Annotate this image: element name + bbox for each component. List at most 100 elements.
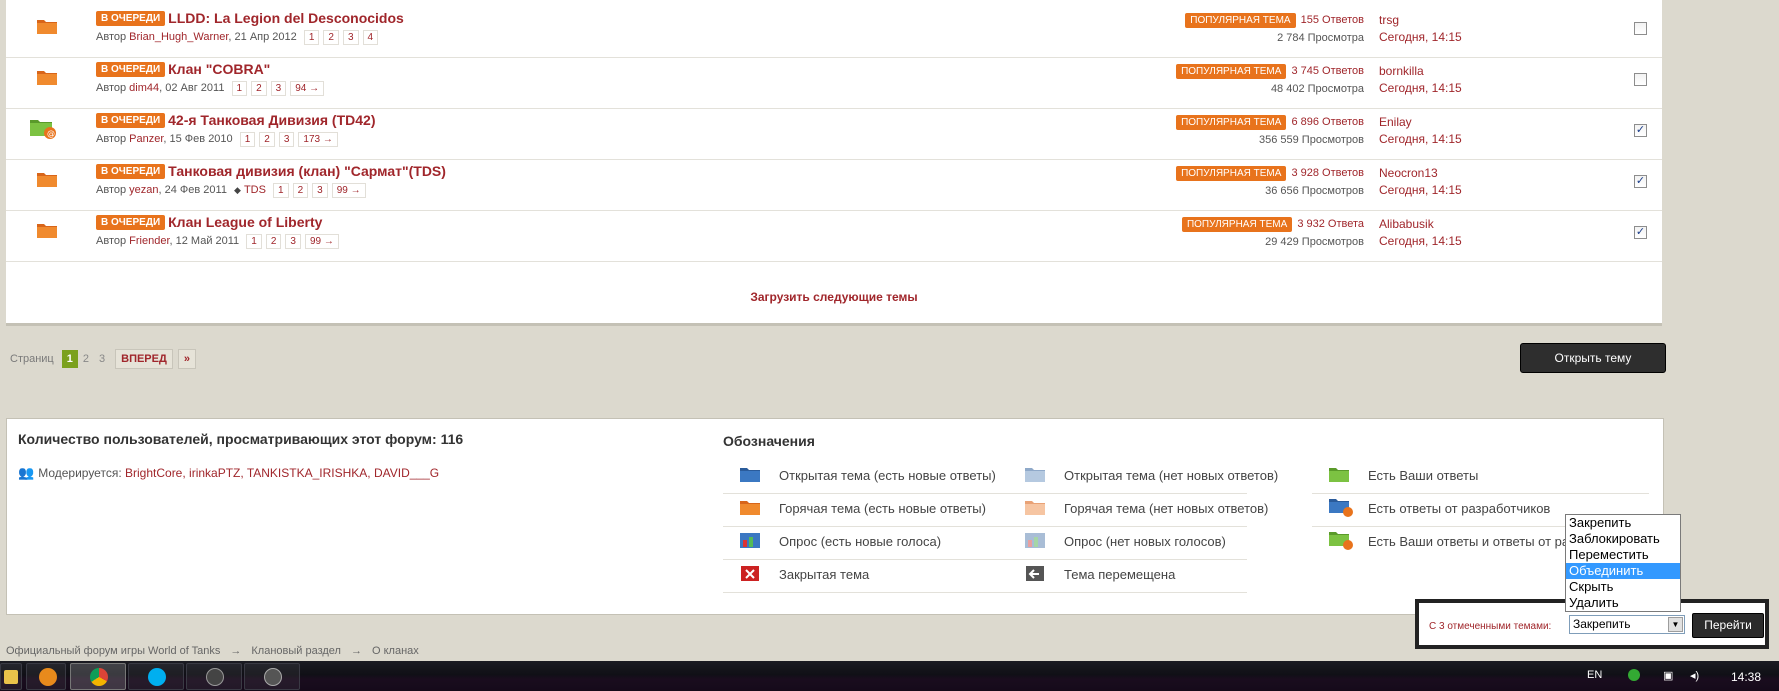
author-link[interactable]: yezan	[129, 184, 158, 196]
page-link[interactable]: 2	[78, 353, 94, 365]
topic-checkbox[interactable]	[1634, 73, 1647, 86]
dropdown-option[interactable]: Переместить	[1566, 547, 1680, 563]
topic-checkbox[interactable]: ✓	[1634, 175, 1647, 188]
folder-orange-icon	[740, 501, 760, 515]
topic-title[interactable]: 42-я Танковая Дивизия (TD42)	[168, 112, 375, 128]
clock[interactable]: 14:38	[1731, 670, 1761, 684]
explorer-button[interactable]	[0, 663, 22, 690]
replies-count[interactable]: 3 928 Ответов	[1291, 167, 1364, 179]
popular-badge: ПОПУЛЯРНАЯ ТЕМА	[1176, 64, 1287, 79]
language-indicator[interactable]: EN	[1587, 669, 1602, 681]
open-topic-button[interactable]: Открыть тему	[1520, 343, 1666, 373]
skype-button[interactable]	[128, 663, 184, 690]
tank-icon	[264, 668, 282, 686]
last-page-button[interactable]: »	[177, 349, 196, 369]
breadcrumb-item[interactable]: Клановый раздел	[251, 645, 341, 657]
page-link[interactable]: 2	[259, 132, 275, 147]
dropdown-option[interactable]: Закрепить	[1566, 515, 1680, 531]
replies-count[interactable]: 6 896 Ответов	[1291, 116, 1364, 128]
page-link[interactable]: 2	[251, 81, 267, 96]
last-poster[interactable]: Enilay	[1379, 115, 1462, 129]
popular-badge: ПОПУЛЯРНАЯ ТЕМА	[1181, 217, 1293, 232]
last-post-time[interactable]: Сегодня, 14:15	[1379, 132, 1462, 146]
tray-status-icon[interactable]	[1628, 669, 1640, 681]
author-link[interactable]: Panzer	[129, 133, 163, 145]
breadcrumb: Официальный форум игры World of Tanks → Кл…	[6, 645, 419, 657]
last-post-time[interactable]: Сегодня, 14:15	[1379, 81, 1462, 95]
app-button[interactable]	[186, 663, 242, 690]
last-post-time[interactable]: Сегодня, 14:15	[1379, 234, 1462, 248]
page-link[interactable]: 1	[273, 183, 289, 198]
breadcrumb-item[interactable]: Официальный форум игры World of Tanks	[6, 645, 220, 657]
network-icon[interactable]: ▣	[1663, 669, 1673, 682]
page-link[interactable]: 99 →	[304, 234, 339, 249]
replies-count[interactable]: 155 Ответов	[1301, 14, 1364, 26]
last-poster[interactable]: bornkilla	[1379, 64, 1462, 78]
next-page-button[interactable]: ВПЕРЕД	[115, 349, 173, 369]
folder-hot-icon	[37, 173, 57, 187]
world-of-tanks-button[interactable]	[244, 663, 300, 690]
last-poster[interactable]: trsg	[1379, 13, 1462, 27]
moderation-action-select[interactable]: Закрепить ▼	[1569, 615, 1685, 634]
author-link[interactable]: Friender	[129, 235, 169, 247]
page-link[interactable]: 99 →	[331, 183, 366, 198]
author-label: Автор	[96, 184, 127, 196]
topic-title[interactable]: Клан "COBRA"	[168, 61, 270, 77]
topic-row: В ОЧЕРЕДИ Танковая дивизия (клан) "Сармат…	[6, 153, 1662, 211]
topic-row: @ В ОЧЕРЕДИ 42-я Танковая Дивизия (TD42) …	[6, 102, 1662, 160]
breadcrumb-item[interactable]: О кланах	[372, 645, 419, 657]
last-poster[interactable]: Neocron13	[1379, 166, 1462, 180]
dropdown-option[interactable]: Удалить	[1566, 595, 1680, 611]
page-link[interactable]: 3	[270, 81, 287, 96]
topic-tag[interactable]: TDS	[234, 184, 266, 196]
replies-count[interactable]: 3 932 Ответа	[1297, 218, 1364, 230]
page-link[interactable]: 4	[362, 30, 379, 45]
legend-item: Горячая тема (нет новых ответов)	[1008, 490, 1268, 527]
page-link[interactable]: 2	[292, 183, 309, 198]
page-link[interactable]: 1	[231, 81, 248, 96]
views-count: 48 402 Просмотра	[1270, 83, 1364, 95]
moderation-dropdown: Закрепить Заблокировать Переместить Объе…	[1565, 514, 1681, 612]
queue-badge: В ОЧЕРЕДИ	[96, 215, 166, 230]
page-link[interactable]: 2	[265, 234, 282, 249]
page-link[interactable]: 3	[312, 183, 328, 198]
page-link[interactable]: 94 →	[290, 81, 325, 96]
chevron-down-icon[interactable]: ▼	[1668, 617, 1683, 632]
dropdown-option-highlighted[interactable]: Объединить	[1566, 563, 1680, 579]
page-link[interactable]: 3	[285, 234, 301, 249]
page-link[interactable]: 1	[246, 234, 262, 249]
last-poster[interactable]: Alibabusik	[1379, 217, 1462, 231]
page-link[interactable]: 3	[342, 30, 359, 45]
popular-badge: ПОПУЛЯРНАЯ ТЕМА	[1176, 166, 1287, 181]
topic-title[interactable]: Танковая дивизия (клан) "Сармат"(TDS)	[168, 163, 446, 179]
page-link[interactable]: 173 →	[298, 132, 338, 147]
replies-count[interactable]: 3 745 Ответов	[1291, 65, 1364, 77]
page-link[interactable]: 3	[94, 353, 110, 365]
media-player-button[interactable]	[26, 663, 66, 690]
topic-date: , 24 Фев 2011	[158, 184, 227, 196]
breadcrumb-separator: →	[350, 645, 362, 657]
author-link[interactable]: dim44	[129, 82, 159, 94]
topic-title[interactable]: Клан League of Liberty	[168, 214, 322, 230]
last-post-time[interactable]: Сегодня, 14:15	[1379, 183, 1462, 197]
dropdown-option[interactable]: Заблокировать	[1566, 531, 1680, 547]
page-link[interactable]: 3	[278, 132, 295, 147]
online-users-title: Количество пользователей, просматривающи…	[18, 431, 464, 447]
dropdown-option[interactable]: Скрыть	[1566, 579, 1680, 595]
legend-item: Тема перемещена	[1008, 556, 1247, 593]
topic-title[interactable]: LLDD: La Legion del Desconocidos	[168, 10, 404, 26]
page-link[interactable]: 1	[239, 132, 256, 147]
chrome-button[interactable]	[70, 663, 126, 690]
page-link[interactable]: 1	[303, 30, 320, 45]
last-post-time[interactable]: Сегодня, 14:15	[1379, 30, 1462, 44]
topic-checkbox[interactable]	[1634, 22, 1647, 35]
author-link[interactable]: Brian_Hugh_Warner	[129, 31, 228, 43]
go-button[interactable]: Перейти	[1692, 613, 1764, 638]
topic-checkbox[interactable]: ✓	[1634, 124, 1647, 137]
moderated-label: Модерируется:	[38, 466, 122, 480]
moderators-links[interactable]: BrightCore, irinkaPTZ, TANKISTKA_IRISHKA…	[125, 466, 439, 480]
topic-checkbox[interactable]: ✓	[1634, 226, 1647, 239]
load-more-link[interactable]: Загрузить следующие темы	[6, 290, 1662, 304]
volume-icon[interactable]: ◂)	[1690, 669, 1699, 682]
page-link[interactable]: 2	[323, 30, 339, 45]
